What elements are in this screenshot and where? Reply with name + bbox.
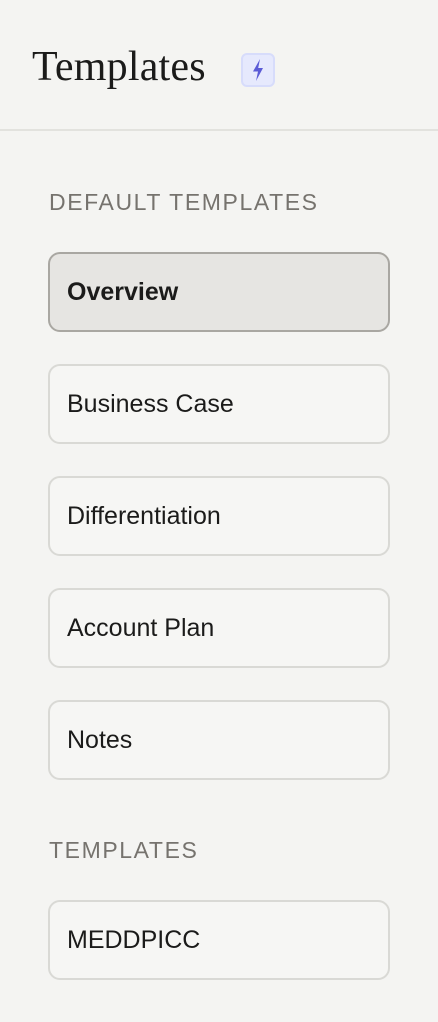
template-item-label: MEDDPICC bbox=[67, 925, 201, 954]
lightning-bolt-icon bbox=[253, 59, 263, 81]
template-item-account-plan[interactable]: Account Plan bbox=[48, 588, 390, 668]
template-item-label: Business Case bbox=[67, 389, 234, 418]
templates-heading: TEMPLATES bbox=[49, 837, 199, 863]
page-title: Templates bbox=[32, 44, 206, 90]
template-item-label: Differentiation bbox=[67, 501, 221, 530]
templates-panel: Templates DEFAULT TEMPLATES Overview Bus… bbox=[0, 0, 438, 1022]
template-item-notes[interactable]: Notes bbox=[48, 700, 390, 780]
lightning-badge[interactable] bbox=[241, 53, 275, 87]
panel-header: Templates bbox=[0, 0, 438, 131]
template-item-business-case[interactable]: Business Case bbox=[48, 364, 390, 444]
template-item-label: Notes bbox=[67, 725, 133, 754]
template-item-overview[interactable]: Overview bbox=[48, 252, 390, 332]
default-templates-heading: DEFAULT TEMPLATES bbox=[49, 189, 319, 215]
template-item-label: Overview bbox=[67, 277, 179, 306]
template-item-label: Account Plan bbox=[67, 613, 215, 642]
template-item-meddpicc[interactable]: MEDDPICC bbox=[48, 900, 390, 980]
template-item-differentiation[interactable]: Differentiation bbox=[48, 476, 390, 556]
